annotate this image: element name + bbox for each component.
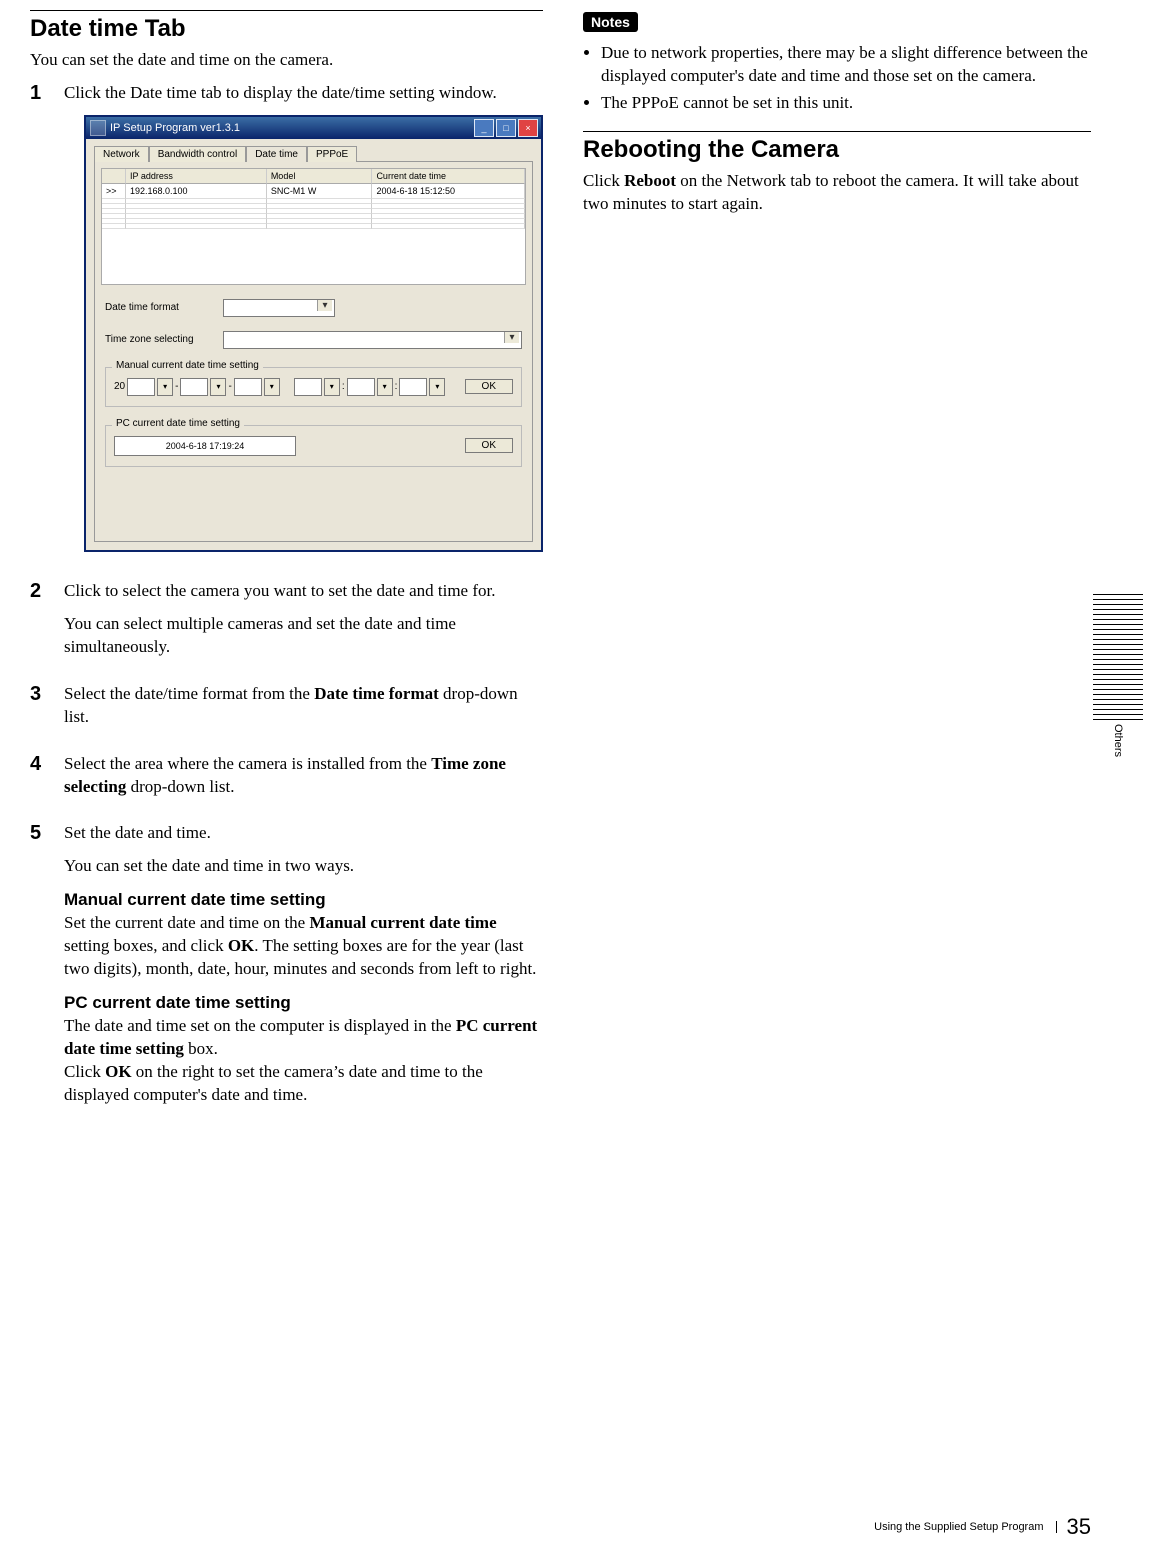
manual-group-title: Manual current date time setting bbox=[112, 360, 263, 371]
step-5-paragraph: You can set the date and time in two way… bbox=[64, 855, 543, 878]
rule bbox=[583, 131, 1091, 132]
pc-datetime-value: 2004-6-18 17:19:24 bbox=[114, 436, 296, 456]
rule bbox=[30, 10, 543, 11]
minimize-button[interactable]: _ bbox=[474, 119, 494, 137]
grid-head-datetime: Current date time bbox=[372, 169, 525, 184]
pc-group-title: PC current date time setting bbox=[112, 418, 244, 429]
grid-head-selector bbox=[102, 169, 126, 184]
tab-pane: IP address Model Current date time >> 19… bbox=[94, 161, 533, 542]
close-button[interactable]: × bbox=[518, 119, 538, 137]
footer-title: Using the Supplied Setup Program bbox=[874, 1521, 1056, 1533]
step-1-text: Click the Date time tab to display the d… bbox=[64, 82, 543, 105]
month-input[interactable] bbox=[180, 378, 208, 396]
heading-rebooting-camera: Rebooting the Camera bbox=[583, 136, 1091, 164]
year-input[interactable] bbox=[127, 378, 155, 396]
side-label-others: Others bbox=[1112, 724, 1124, 757]
row-marker: >> bbox=[102, 184, 126, 199]
manual-setting-paragraph: Set the current date and time on the Man… bbox=[64, 912, 543, 981]
intro-paragraph: You can set the date and time on the cam… bbox=[30, 49, 543, 72]
year-spinner[interactable]: ▾ bbox=[157, 378, 173, 396]
label-date-time-format: Date time format bbox=[105, 302, 215, 313]
year-prefix: 20 bbox=[114, 381, 125, 392]
app-icon bbox=[90, 120, 106, 136]
pc-setting-subhead: PC current date time setting bbox=[64, 993, 543, 1013]
manual-datetime-group: Manual current date time setting 20 ▾ - … bbox=[105, 367, 522, 407]
time-zone-dropdown[interactable] bbox=[223, 331, 522, 349]
left-column: Date time Tab You can set the date and t… bbox=[30, 10, 543, 1550]
row-model: SNC-M1 W bbox=[267, 184, 373, 199]
second-input[interactable] bbox=[399, 378, 427, 396]
date-time-format-dropdown[interactable] bbox=[223, 299, 335, 317]
camera-list-grid[interactable]: IP address Model Current date time >> 19… bbox=[101, 168, 526, 285]
grid-head-model: Model bbox=[267, 169, 373, 184]
heading-date-time-tab: Date time Tab bbox=[30, 15, 543, 43]
table-row[interactable]: >> 192.168.0.100 SNC-M1 W 2004-6-18 15:1… bbox=[102, 184, 525, 199]
second-spinner[interactable]: ▾ bbox=[429, 378, 445, 396]
step-4-text: Select the area where the camera is inst… bbox=[64, 753, 543, 799]
day-input[interactable] bbox=[234, 378, 262, 396]
side-tab-others: Others bbox=[1093, 590, 1143, 757]
page-number: 35 bbox=[1067, 1514, 1091, 1540]
tab-date-time[interactable]: Date time bbox=[246, 146, 307, 162]
tab-strip: Network Bandwidth control Date time PPPo… bbox=[94, 145, 541, 161]
reboot-paragraph: Click Reboot on the Network tab to reboo… bbox=[583, 170, 1091, 216]
right-column: Notes Due to network properties, there m… bbox=[583, 10, 1091, 1550]
minute-input[interactable] bbox=[347, 378, 375, 396]
maximize-button[interactable]: □ bbox=[496, 119, 516, 137]
manual-ok-button[interactable]: OK bbox=[465, 379, 513, 394]
pc-ok-button[interactable]: OK bbox=[465, 438, 513, 453]
note-item-1: Due to network properties, there may be … bbox=[601, 42, 1091, 88]
tab-bandwidth-control[interactable]: Bandwidth control bbox=[149, 146, 247, 162]
step-number-4: 4 bbox=[30, 753, 52, 809]
step-number-5: 5 bbox=[30, 822, 52, 1116]
step-2-paragraph: You can select multiple cameras and set … bbox=[64, 613, 543, 659]
day-spinner[interactable]: ▾ bbox=[264, 378, 280, 396]
step-2-text: Click to select the camera you want to s… bbox=[64, 580, 543, 603]
manual-setting-subhead: Manual current date time setting bbox=[64, 890, 543, 910]
step-number-3: 3 bbox=[30, 683, 52, 739]
step-3-text: Select the date/time format from the Dat… bbox=[64, 683, 543, 729]
minute-spinner[interactable]: ▾ bbox=[377, 378, 393, 396]
step-5-text: Set the date and time. bbox=[64, 822, 543, 845]
hour-spinner[interactable]: ▾ bbox=[324, 378, 340, 396]
window-titlebar: IP Setup Program ver1.3.1 _ □ × bbox=[86, 117, 541, 139]
notes-badge: Notes bbox=[583, 12, 638, 32]
month-spinner[interactable]: ▾ bbox=[210, 378, 226, 396]
row-ip: 192.168.0.100 bbox=[126, 184, 267, 199]
step-number-2: 2 bbox=[30, 580, 52, 669]
step-number-1: 1 bbox=[30, 82, 52, 566]
pc-datetime-group: PC current date time setting 2004-6-18 1… bbox=[105, 425, 522, 467]
window-title: IP Setup Program ver1.3.1 bbox=[110, 122, 240, 134]
tab-pppoe[interactable]: PPPoE bbox=[307, 146, 357, 162]
hour-input[interactable] bbox=[294, 378, 322, 396]
note-item-2: The PPPoE cannot be set in this unit. bbox=[601, 92, 1091, 115]
stripe-decoration bbox=[1093, 590, 1143, 720]
grid-head-ip: IP address bbox=[126, 169, 267, 184]
tab-network[interactable]: Network bbox=[94, 146, 149, 162]
label-time-zone: Time zone selecting bbox=[105, 334, 215, 345]
row-datetime: 2004-6-18 15:12:50 bbox=[372, 184, 525, 199]
pc-setting-paragraph: The date and time set on the computer is… bbox=[64, 1015, 543, 1107]
screenshot-ip-setup-program: IP Setup Program ver1.3.1 _ □ × Network … bbox=[84, 115, 543, 552]
page-footer: Using the Supplied Setup Program 35 bbox=[874, 1514, 1091, 1540]
